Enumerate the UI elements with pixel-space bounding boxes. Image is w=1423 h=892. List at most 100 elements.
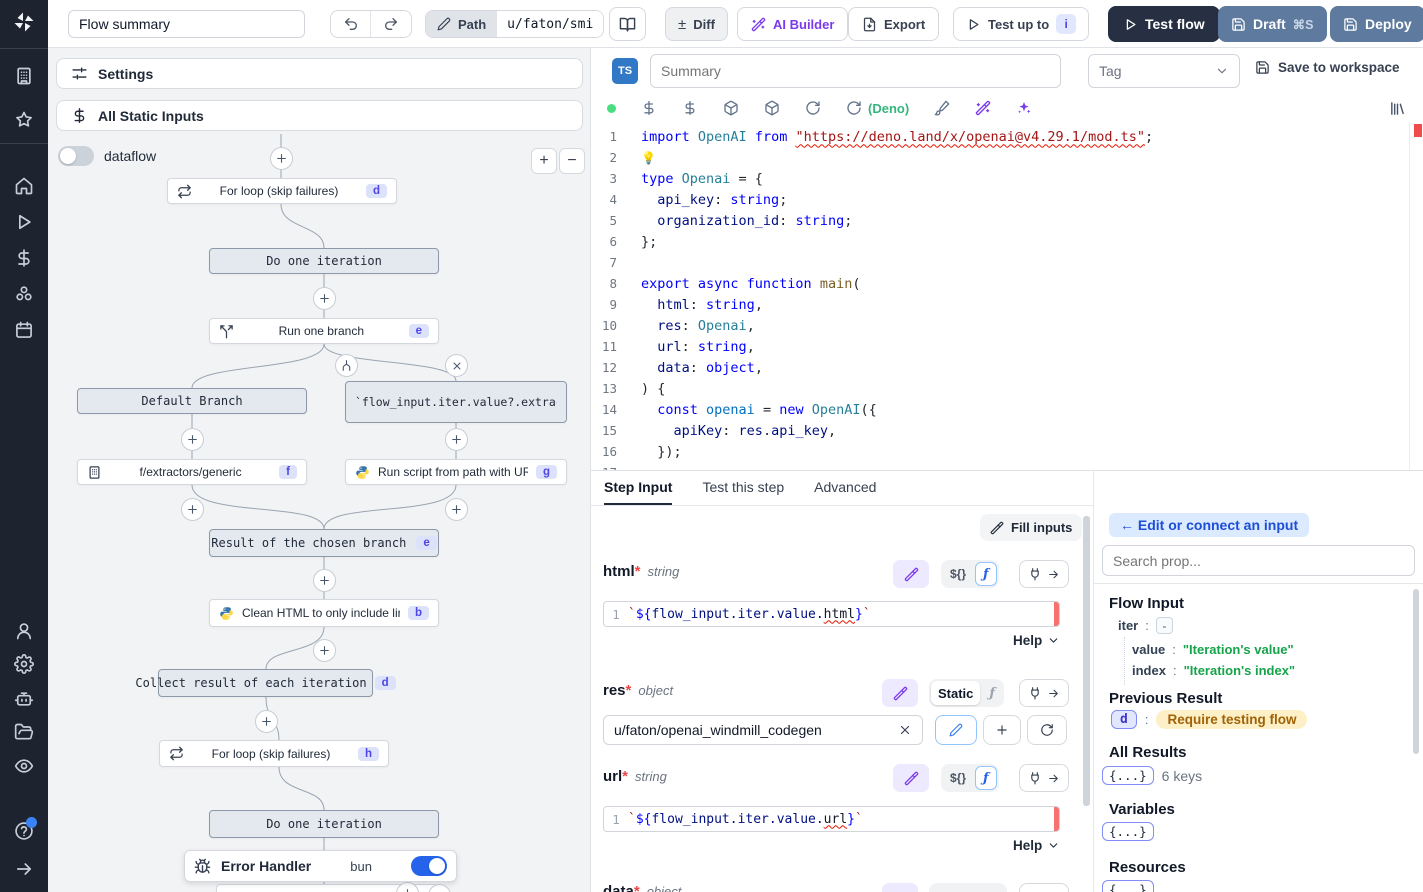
home-icon[interactable] [14, 176, 34, 196]
ai-wand-icon[interactable] [975, 100, 991, 116]
flow-node-forloop-h[interactable]: For loop (skip failures) h [159, 740, 389, 767]
path-value[interactable]: u/faton/smi [497, 11, 604, 37]
code-content[interactable]: 1 import OpenAI from "https://deno.land/x… [591, 122, 1411, 471]
code-line[interactable]: 8 export async function main( [591, 273, 1411, 294]
flow-node-do-one-iteration[interactable]: Do one iteration [209, 248, 439, 274]
flow-node-clean-html[interactable]: Clean HTML to only include links b [209, 599, 439, 627]
insert-step-button[interactable] [181, 498, 204, 521]
data-connect-button[interactable] [1019, 883, 1069, 892]
code-line[interactable]: 17 [591, 462, 1411, 470]
res-resource-input[interactable]: u/faton/openai_windmill_codegen [603, 715, 923, 745]
groups-icon[interactable] [14, 284, 34, 304]
insert-step-button[interactable] [313, 639, 336, 662]
all-results-object-button[interactable]: {...} [1102, 766, 1154, 785]
test-flow-button[interactable]: Test flow [1108, 6, 1220, 42]
code-line[interactable]: 15 apiKey: res.api_key, [591, 420, 1411, 441]
favorites-star-icon[interactable] [14, 110, 34, 130]
resources-object-button[interactable]: {...} [1102, 880, 1154, 892]
dollar-icon[interactable] [641, 100, 657, 116]
windmill-logo-icon[interactable] [12, 10, 36, 34]
flow-node-run-one-branch[interactable]: Run one branch e [209, 318, 439, 344]
undo-button[interactable] [331, 11, 371, 37]
code-line[interactable]: 5 organization_id: string; [591, 210, 1411, 231]
url-help-toggle[interactable]: Help [1013, 838, 1060, 853]
insert-step-button[interactable] [445, 498, 468, 521]
flow-node-error-handler[interactable]: Error Handler bun [184, 850, 457, 882]
data-ai-button[interactable] [882, 883, 918, 892]
format-brush-icon[interactable] [934, 100, 950, 116]
url-ai-button[interactable] [893, 764, 929, 792]
res-refresh-button[interactable] [1027, 715, 1067, 745]
code-line[interactable]: 2 💡 [591, 147, 1411, 168]
flow-node-default-branch[interactable]: Default Branch [77, 388, 307, 414]
dollar-icon[interactable] [682, 100, 698, 116]
settings-gear-icon[interactable] [14, 654, 34, 674]
refresh-icon[interactable] [805, 100, 821, 116]
eye-icon[interactable] [14, 756, 34, 776]
insert-step-button[interactable] [270, 147, 293, 170]
tag-select[interactable]: Tag [1088, 54, 1240, 88]
fill-inputs-button[interactable]: Fill inputs [980, 514, 1083, 541]
docs-book-button[interactable] [609, 7, 646, 41]
url-connect-button[interactable] [1019, 764, 1069, 792]
flow-node-branch-expr[interactable]: `flow_input.iter.value?.extractor_pat [345, 381, 567, 423]
flow-input-iter-row[interactable]: iter : - [1118, 617, 1173, 634]
collapse-button[interactable]: - [1155, 617, 1173, 634]
bot-icon[interactable] [14, 689, 34, 709]
code-line[interactable]: 10 res: Openai, [591, 315, 1411, 336]
draft-button[interactable]: Draft ⌘S [1218, 6, 1327, 42]
code-line[interactable]: 6}; [591, 231, 1411, 252]
res-connect-button[interactable] [1019, 679, 1069, 707]
flow-settings-row[interactable]: Settings [56, 58, 583, 89]
package-icon[interactable] [723, 100, 739, 116]
insert-step-button[interactable] [445, 428, 468, 451]
edit-or-connect-button[interactable]: ← Edit or connect an input [1109, 513, 1310, 537]
clear-x-icon[interactable] [898, 723, 912, 737]
expr-mode-button[interactable]: ${} [943, 766, 973, 790]
dataflow-toggle[interactable] [58, 146, 94, 166]
function-mode-button[interactable]: ƒ [975, 562, 997, 586]
variables-dollar-icon[interactable] [14, 248, 34, 268]
deno-reload-group[interactable]: (Deno) [846, 100, 909, 116]
deploy-button[interactable]: Deploy [1330, 6, 1423, 42]
html-help-toggle[interactable]: Help [1013, 633, 1060, 648]
code-line[interactable]: 13) { [591, 378, 1411, 399]
url-expr-input[interactable]: 1 `${flow_input.iter.value.url}` [603, 806, 1060, 832]
user-icon[interactable] [14, 621, 34, 641]
tab-step-input[interactable]: Step Input [604, 471, 673, 505]
code-line[interactable]: 3 type Openai = { [591, 168, 1411, 189]
function-mode-button[interactable]: ƒ [975, 766, 997, 790]
folder-icon[interactable] [14, 722, 34, 742]
workspace-icon[interactable] [14, 66, 34, 86]
insert-step-button[interactable] [313, 569, 336, 592]
code-line[interactable]: 11 url: string, [591, 336, 1411, 357]
data-mode-toggle[interactable] [929, 883, 1007, 892]
tab-advanced[interactable]: Advanced [814, 471, 876, 505]
test-up-to-button[interactable]: Test up to i [953, 7, 1090, 41]
save-to-workspace-button[interactable]: Save to workspace [1255, 60, 1400, 75]
insert-step-button[interactable] [313, 287, 336, 310]
flow-node-do-one-iteration-2[interactable]: Do one iteration [209, 810, 439, 838]
res-edit-button[interactable] [935, 715, 977, 745]
zoom-out-button[interactable]: − [559, 148, 585, 174]
schedules-calendar-icon[interactable] [14, 320, 34, 340]
html-connect-button[interactable] [1019, 560, 1069, 588]
function-mode-button[interactable]: ƒ [982, 681, 1002, 705]
flow-canvas[interactable]: dataflow + − For loop (skip failures) d … [48, 134, 591, 892]
all-static-inputs-row[interactable]: All Static Inputs [56, 100, 583, 131]
error-handler-toggle[interactable] [411, 856, 447, 876]
code-line[interactable]: 7 [591, 252, 1411, 273]
static-mode-button[interactable]: Static [931, 681, 981, 705]
tab-test-this-step[interactable]: Test this step [702, 471, 784, 505]
flow-input-index-row[interactable]: index : "Iteration's index" [1132, 663, 1295, 678]
add-branch-button[interactable] [335, 354, 358, 377]
ai-builder-button[interactable]: AI Builder [737, 7, 849, 41]
flow-summary-input[interactable] [68, 10, 305, 38]
export-button[interactable]: Export [848, 7, 940, 41]
path-button[interactable]: Path [426, 11, 498, 37]
remove-branch-button[interactable] [445, 354, 468, 377]
package-icon[interactable] [764, 100, 780, 116]
code-line[interactable]: 16 }); [591, 441, 1411, 462]
collapse-arrow-icon[interactable] [14, 859, 34, 879]
insert-step-button[interactable] [181, 428, 204, 451]
